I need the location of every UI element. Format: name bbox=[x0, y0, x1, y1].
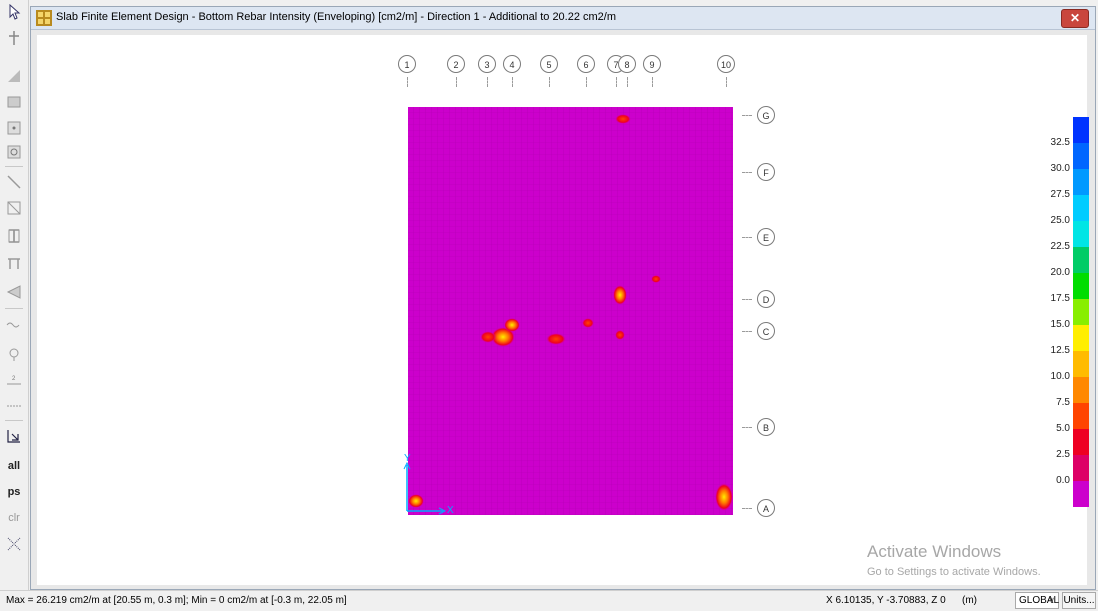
legend-label: 7.5 bbox=[1056, 397, 1070, 408]
units-button[interactable]: Units... bbox=[1062, 592, 1096, 609]
legend-label: 2.5 bbox=[1056, 449, 1070, 460]
grid-bubble-2: 2 bbox=[447, 55, 465, 73]
grid-bubble-D: D bbox=[757, 290, 775, 308]
legend-label: 27.5 bbox=[1050, 189, 1070, 200]
left-toolbar: 2 all ps clr bbox=[0, 0, 29, 590]
grid-bubble-9: 9 bbox=[643, 55, 661, 73]
frame-icon[interactable] bbox=[4, 254, 24, 274]
grid-bubble-10: 10 bbox=[717, 55, 735, 73]
window-title: Slab Finite Element Design - Bottom Reba… bbox=[56, 11, 617, 23]
joint-icon[interactable] bbox=[4, 344, 24, 364]
grid-bubble-E: E bbox=[757, 228, 775, 246]
cursor-coordinates: X 6.10135, Y -3.70883, Z 0 bbox=[826, 595, 946, 606]
activate-windows-subtitle: Go to Settings to activate Windows. bbox=[867, 566, 1041, 578]
line-icon[interactable] bbox=[4, 172, 24, 192]
grid-bubble-5: 5 bbox=[540, 55, 558, 73]
all-button[interactable]: all bbox=[0, 460, 28, 472]
grid-icon[interactable] bbox=[4, 396, 24, 416]
app-icon bbox=[36, 10, 52, 26]
grid-bubble-3: 3 bbox=[478, 55, 496, 73]
legend-label: 25.0 bbox=[1050, 215, 1070, 226]
grid-bubble-A: A bbox=[757, 499, 775, 517]
slab-design-window: Slab Finite Element Design - Bottom Reba… bbox=[30, 6, 1096, 590]
rectangle-icon[interactable] bbox=[4, 92, 24, 112]
legend-label: 32.5 bbox=[1050, 137, 1070, 148]
legend-label: 22.5 bbox=[1050, 241, 1070, 252]
legend-label: 17.5 bbox=[1050, 293, 1070, 304]
column-icon[interactable] bbox=[4, 226, 24, 246]
grid-bubble-8: 8 bbox=[618, 55, 636, 73]
legend-label: 0.0 bbox=[1056, 475, 1070, 486]
y-axis-label: Y bbox=[404, 453, 411, 464]
area-icon[interactable] bbox=[4, 66, 24, 86]
legend-label: 30.0 bbox=[1050, 163, 1070, 174]
section-cut-icon[interactable] bbox=[4, 426, 24, 446]
grid-bubble-6: 6 bbox=[577, 55, 595, 73]
x-axis-label: X bbox=[447, 505, 454, 516]
circle-node-icon[interactable] bbox=[4, 142, 24, 162]
model-canvas[interactable]: 1 2 3 4 5 6 7 8 9 10 G F E D C B A Y X 3… bbox=[37, 35, 1089, 585]
node-icon[interactable] bbox=[4, 118, 24, 138]
legend-label: 15.0 bbox=[1050, 319, 1070, 330]
activate-windows-title: Activate Windows bbox=[867, 542, 1002, 561]
wall-icon[interactable] bbox=[4, 282, 24, 302]
axis-triad bbox=[403, 461, 447, 515]
grid-bubble-F: F bbox=[757, 163, 775, 181]
units-label: (m) bbox=[962, 595, 977, 606]
titlebar: Slab Finite Element Design - Bottom Reba… bbox=[31, 7, 1095, 30]
max-min-readout: Max = 26.219 cm2/m at [20.55 m, 0.3 m]; … bbox=[6, 595, 347, 606]
spring-icon[interactable] bbox=[4, 314, 24, 334]
grid-bubble-1: 1 bbox=[398, 55, 416, 73]
svg-text:2: 2 bbox=[12, 376, 16, 382]
close-button[interactable]: ✕ bbox=[1061, 9, 1089, 28]
move-icon[interactable] bbox=[4, 28, 24, 48]
legend-label: 5.0 bbox=[1056, 423, 1070, 434]
legend-label: 10.0 bbox=[1050, 371, 1070, 382]
grid-bubble-B: B bbox=[757, 418, 775, 436]
status-bar: Max = 26.219 cm2/m at [20.55 m, 0.3 m]; … bbox=[0, 590, 1098, 611]
ps-button[interactable]: ps bbox=[0, 486, 28, 498]
diagonal-icon[interactable] bbox=[4, 198, 24, 218]
legend-label: 12.5 bbox=[1050, 345, 1070, 356]
grid-bubble-G: G bbox=[757, 106, 775, 124]
chevron-down-icon: ∨ bbox=[1048, 595, 1055, 605]
legend-label: 20.0 bbox=[1050, 267, 1070, 278]
dotted-grid-icon[interactable] bbox=[4, 534, 24, 554]
clr-button[interactable]: clr bbox=[0, 512, 28, 524]
coord-system-select[interactable]: GLOBAL ∨ bbox=[1015, 592, 1059, 609]
dimension-icon[interactable]: 2 bbox=[4, 370, 24, 390]
grid-bubble-4: 4 bbox=[503, 55, 521, 73]
pointer-icon[interactable] bbox=[4, 2, 24, 22]
grid-bubble-C: C bbox=[757, 322, 775, 340]
